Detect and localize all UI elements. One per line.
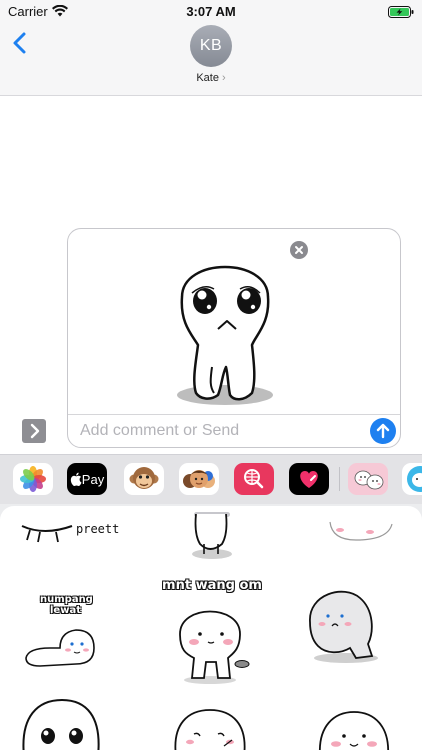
partial-app-button[interactable] — [402, 463, 422, 495]
remove-sticker-button[interactable] — [290, 241, 308, 259]
arrow-up-icon — [376, 423, 390, 439]
sticker-app-icon — [407, 466, 422, 492]
photos-icon — [20, 466, 46, 492]
sticker-mnt-wang-om[interactable]: mnt wang om — [150, 578, 274, 686]
globe-search-icon — [244, 469, 264, 489]
memoji-icon — [183, 470, 215, 488]
ghost-sticker-art — [192, 513, 232, 559]
imessage-app-strip: Pay — [0, 454, 422, 504]
sticker-caption: preett — [76, 522, 120, 536]
sticker-preett[interactable]: preett — [14, 516, 124, 548]
digital-touch-app-button[interactable] — [289, 463, 329, 495]
images-search-app-button[interactable] — [234, 463, 274, 495]
ghost-sticker-art — [174, 709, 246, 750]
chevron-right-icon — [30, 423, 40, 439]
sticker-numpang-lewat[interactable]: numpang lewat — [20, 592, 100, 668]
sad-ghost-sticker-preview[interactable] — [152, 235, 298, 411]
monkey-icon — [129, 467, 159, 489]
status-bar: Carrier 3:07 AM — [0, 0, 422, 22]
ghost-sticker-art — [329, 521, 393, 541]
apple-logo-icon — [70, 472, 82, 486]
contact-avatar[interactable]: KB — [190, 25, 232, 67]
compose-field — [67, 228, 401, 448]
apple-pay-label: Pay — [81, 471, 105, 487]
apple-pay-app-button[interactable]: Pay — [67, 463, 107, 495]
sad-ghost-sticker-art — [22, 698, 100, 750]
strip-divider — [339, 467, 340, 491]
chevron-right-icon: › — [221, 72, 226, 84]
battery-charging-icon — [388, 5, 414, 23]
memoji-app-button[interactable] — [179, 463, 219, 495]
sticker-ghost-lying-top[interactable] — [326, 514, 396, 544]
sticker-caption: mnt wang om — [162, 578, 262, 593]
send-button[interactable] — [370, 418, 396, 444]
sticker-caption-line2: lewat — [50, 605, 81, 616]
messages-app-screen: Carrier 3:07 AM KB Kate › Add comment or… — [0, 0, 422, 750]
status-time: 3:07 AM — [186, 4, 236, 19]
contact-name-button[interactable]: Kate › — [0, 72, 422, 84]
ghost-crouch-sticker-art — [309, 590, 378, 663]
compose-divider — [68, 414, 400, 415]
ghost-sticker-art — [319, 711, 389, 750]
expand-apps-button[interactable] — [22, 419, 46, 443]
photos-app-button[interactable] — [13, 463, 53, 495]
sticker-ghost-top[interactable] — [180, 513, 240, 560]
sticker-ghost-crouch[interactable] — [304, 582, 382, 666]
heart-icon — [300, 471, 318, 488]
animoji-app-button[interactable] — [124, 463, 164, 495]
sticker-ghost-shy[interactable] — [166, 704, 252, 750]
sticker-caption-line1: numpang — [40, 594, 93, 605]
sticker-grid: preett numpang lewat mnt wang om — [0, 506, 422, 750]
ghost-begging-sticker-art — [179, 610, 250, 684]
contact-name: Kate — [196, 72, 219, 84]
sticker-ghost-smile[interactable] — [314, 706, 394, 750]
sticker-drawer: preett numpang lewat mnt wang om — [0, 504, 422, 750]
comment-input[interactable] — [80, 421, 360, 441]
close-icon — [295, 246, 303, 254]
conversation-header: KB Kate › — [0, 22, 422, 96]
sticker-pack-app-button[interactable] — [348, 463, 388, 495]
sticker-pack-icon — [354, 470, 384, 490]
sticker-sad-ghost-small[interactable] — [18, 696, 104, 750]
ghost-lying-sticker-art — [25, 629, 95, 667]
back-button[interactable] — [8, 28, 36, 58]
chevron-left-icon — [13, 32, 26, 54]
